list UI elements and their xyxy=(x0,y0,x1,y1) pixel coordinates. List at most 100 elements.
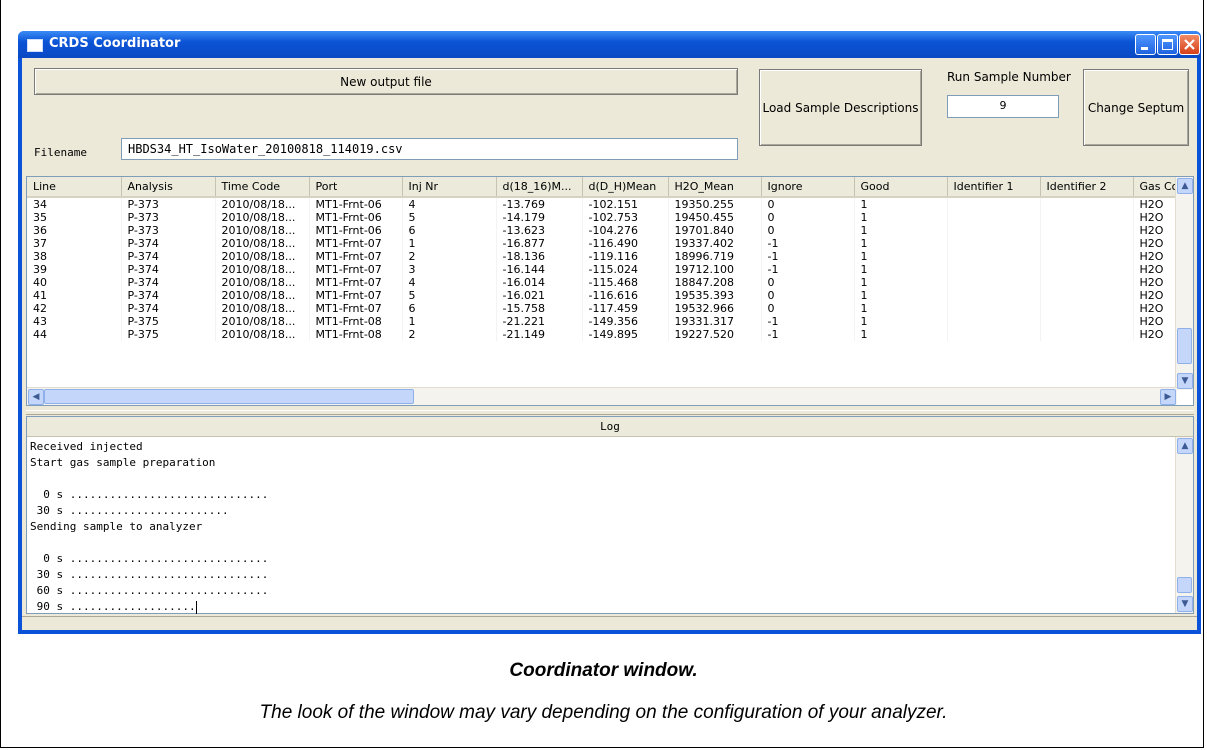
column-header[interactable]: Line xyxy=(27,177,122,198)
table-cell: -115.468 xyxy=(582,276,669,289)
log-line: 0 s .............................. xyxy=(30,488,269,501)
column-header[interactable]: Analysis xyxy=(121,177,216,198)
scroll-left-icon[interactable]: ◀ xyxy=(28,389,44,405)
table-cell: MT1-Frnt-06 xyxy=(309,197,403,211)
table-cell xyxy=(1040,237,1134,250)
table-cell: 4 xyxy=(402,197,497,211)
table-row[interactable]: 41 P-374 2010/08/18... MT1-Frnt-07 5 -16.021-… xyxy=(27,289,1186,302)
scroll-right-icon[interactable]: ▶ xyxy=(1160,389,1176,405)
column-header[interactable]: Identifier 1 xyxy=(947,177,1041,198)
table-row[interactable]: 34 P-373 2010/08/18... MT1-Frnt-06 4 -13.769-… xyxy=(27,197,1186,211)
minimize-button[interactable] xyxy=(1135,34,1156,55)
table-cell: P-373 xyxy=(121,211,216,224)
filename-field[interactable]: HBDS34_HT_IsoWater_20100818_114019.csv xyxy=(121,138,738,160)
table-cell: -119.116 xyxy=(582,250,669,263)
log-line: 30 s ........................ xyxy=(30,504,229,517)
column-header[interactable]: Inj Nr xyxy=(402,177,497,198)
table-vertical-scrollbar[interactable]: ▲ ▼ xyxy=(1175,177,1193,390)
table-row[interactable]: 43 P-375 2010/08/18... MT1-Frnt-08 1 -21.221-… xyxy=(27,315,1186,328)
table-cell: MT1-Frnt-07 xyxy=(309,263,403,276)
column-header[interactable]: H2O_Mean xyxy=(668,177,762,198)
column-header[interactable]: Identifier 2 xyxy=(1040,177,1134,198)
table-cell: 19227.520 xyxy=(668,328,762,341)
table-vertical-scroll-thumb[interactable] xyxy=(1177,328,1192,364)
column-header[interactable]: Time Code xyxy=(215,177,310,198)
table-cell: 19337.402 xyxy=(668,237,762,250)
log-scroll-thumb[interactable] xyxy=(1177,577,1192,593)
column-header[interactable]: Port xyxy=(309,177,403,198)
table-cell: 19712.100 xyxy=(668,263,762,276)
close-button[interactable] xyxy=(1179,34,1200,55)
table-cell xyxy=(947,263,1041,276)
table-cell: 0 xyxy=(761,211,855,224)
table-cell: 37 xyxy=(27,237,122,250)
table-header-row: Line Analysis Time Code Port Inj Nr d(18_16)M… xyxy=(27,177,1186,198)
table-cell: 2010/08/18... xyxy=(215,289,310,302)
table-cell: -16.144 xyxy=(496,263,583,276)
column-header[interactable]: d(18_16)M... xyxy=(496,177,583,198)
close-icon xyxy=(1184,39,1195,50)
table-cell: 19350.255 xyxy=(668,197,762,211)
panel-splitter[interactable] xyxy=(26,410,1194,415)
table-cell: 34 xyxy=(27,197,122,211)
table-cell xyxy=(947,276,1041,289)
log-scroll-up-icon[interactable]: ▲ xyxy=(1177,438,1193,454)
column-header[interactable]: d(D_H)Mean xyxy=(582,177,669,198)
table-row[interactable]: 40 P-374 2010/08/18... MT1-Frnt-07 4 -16.014-… xyxy=(27,276,1186,289)
log-line: 60 s .............................. xyxy=(30,584,269,597)
load-sample-descriptions-button[interactable]: Load Sample Descriptions xyxy=(759,69,922,146)
log-line: Sending sample to analyzer xyxy=(30,520,203,533)
table-cell: 19450.455 xyxy=(668,211,762,224)
log-scroll-down-icon[interactable]: ▼ xyxy=(1177,596,1193,612)
table-cell: 1 xyxy=(402,237,497,250)
run-sample-number-field[interactable]: 9 xyxy=(947,95,1059,118)
maximize-button[interactable] xyxy=(1157,34,1178,55)
table-cell: MT1-Frnt-07 xyxy=(309,289,403,302)
table-cell: MT1-Frnt-07 xyxy=(309,302,403,315)
table-cell: -14.179 xyxy=(496,211,583,224)
table-cell: P-374 xyxy=(121,302,216,315)
column-header[interactable]: Ignore xyxy=(761,177,855,198)
table-cell xyxy=(947,302,1041,315)
table-row[interactable]: 39 P-374 2010/08/18... MT1-Frnt-07 3 -16.144-… xyxy=(27,263,1186,276)
table-cell: 19532.966 xyxy=(668,302,762,315)
table-row[interactable]: 38 P-374 2010/08/18... MT1-Frnt-07 2 -18.136-… xyxy=(27,250,1186,263)
change-septum-button[interactable]: Change Septum xyxy=(1083,69,1189,146)
table-horizontal-scroll-thumb[interactable] xyxy=(44,389,414,404)
table-cell: -102.753 xyxy=(582,211,669,224)
table-cell xyxy=(947,289,1041,302)
table-cell: 1 xyxy=(854,263,948,276)
column-header[interactable]: Good xyxy=(854,177,948,198)
table-cell: -1 xyxy=(761,237,855,250)
table-row[interactable]: 35 P-373 2010/08/18... MT1-Frnt-06 5 -14.179-… xyxy=(27,211,1186,224)
table-row[interactable]: 36 P-373 2010/08/18... MT1-Frnt-06 6 -13.623-… xyxy=(27,224,1186,237)
table-cell: 2010/08/18... xyxy=(215,211,310,224)
log-text[interactable]: Received injected Start gas sample prepar… xyxy=(30,439,1170,615)
table-row[interactable]: 44 P-375 2010/08/18... MT1-Frnt-08 2 -21.149-… xyxy=(27,328,1186,341)
table-cell: -1 xyxy=(761,250,855,263)
results-table: Line Analysis Time Code Port Inj Nr d(18_16)M… xyxy=(26,176,1194,406)
table-horizontal-scrollbar[interactable]: ◀ ▶ xyxy=(27,387,1177,405)
figure-caption-title: Coordinator window. xyxy=(509,660,698,681)
table-cell xyxy=(947,250,1041,263)
minimize-icon xyxy=(1141,47,1148,50)
table-cell: -1 xyxy=(761,263,855,276)
table-cell: -16.877 xyxy=(496,237,583,250)
table-cell xyxy=(1040,302,1134,315)
title-bar[interactable]: CRDS Coordinator xyxy=(18,31,1201,58)
table-cell: 39 xyxy=(27,263,122,276)
scroll-up-icon[interactable]: ▲ xyxy=(1177,178,1193,194)
table-cell: 1 xyxy=(854,328,948,341)
scroll-down-icon[interactable]: ▼ xyxy=(1177,373,1193,389)
log-vertical-scrollbar[interactable]: ▲ ▼ xyxy=(1175,437,1193,613)
table-row[interactable]: 37 P-374 2010/08/18... MT1-Frnt-07 1 -16.877-… xyxy=(27,237,1186,250)
table-cell: 1 xyxy=(854,237,948,250)
table-row[interactable]: 42 P-374 2010/08/18... MT1-Frnt-07 6 -15.758-… xyxy=(27,302,1186,315)
table-cell: 44 xyxy=(27,328,122,341)
results-grid: Line Analysis Time Code Port Inj Nr d(18_16)M… xyxy=(27,177,1186,341)
table-cell: P-375 xyxy=(121,315,216,328)
log-panel: Log Received injected Start gas sample pr… xyxy=(26,416,1194,614)
new-output-file-button[interactable]: New output file xyxy=(34,68,738,95)
